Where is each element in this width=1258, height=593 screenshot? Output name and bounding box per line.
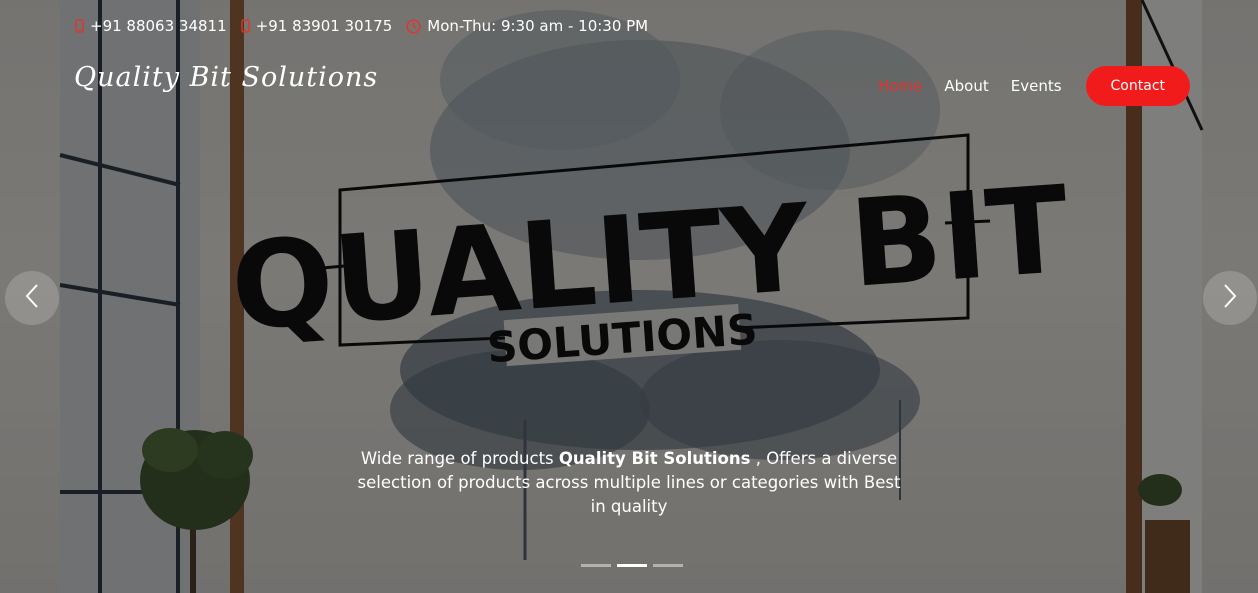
carousel-indicator-2[interactable] bbox=[617, 564, 647, 567]
caption-brand-name: Quality Bit Solutions bbox=[558, 449, 751, 468]
phone-1[interactable]: +91 88063 34811 bbox=[75, 17, 227, 35]
opening-hours: Mon-Thu: 9:30 am - 10:30 PM bbox=[406, 17, 648, 35]
brand-logo[interactable]: Quality Bit Solutions bbox=[74, 62, 378, 93]
top-contact-bar: +91 88063 34811 +91 83901 30175 Mon-Thu:… bbox=[75, 14, 648, 38]
phone-2-text: +91 83901 30175 bbox=[255, 17, 393, 35]
chevron-left-icon bbox=[24, 283, 40, 313]
contact-button[interactable]: Contact bbox=[1085, 66, 1190, 106]
phone-1-text: +91 88063 34811 bbox=[90, 17, 227, 35]
chevron-right-icon bbox=[1222, 283, 1238, 313]
main-nav: Home About Events Contact bbox=[878, 66, 1190, 106]
opening-hours-text: Mon-Thu: 9:30 am - 10:30 PM bbox=[427, 17, 649, 35]
hero-caption: Wide range of products Quality Bit Solut… bbox=[348, 447, 910, 519]
caption-text-start: Wide range of products bbox=[360, 449, 559, 468]
carousel-indicators bbox=[581, 564, 683, 567]
carousel-prev-button[interactable] bbox=[5, 271, 59, 325]
nav-about[interactable]: About bbox=[944, 77, 988, 95]
carousel-next-button[interactable] bbox=[1203, 271, 1257, 325]
clock-icon bbox=[406, 18, 421, 34]
phone-icon bbox=[75, 19, 84, 33]
nav-events[interactable]: Events bbox=[1011, 77, 1062, 95]
carousel-indicator-1[interactable] bbox=[581, 564, 611, 567]
phone-icon bbox=[240, 19, 250, 33]
nav-home[interactable]: Home bbox=[878, 77, 922, 95]
carousel-indicator-3[interactable] bbox=[653, 564, 683, 567]
phone-2[interactable]: +91 83901 30175 bbox=[240, 17, 393, 35]
